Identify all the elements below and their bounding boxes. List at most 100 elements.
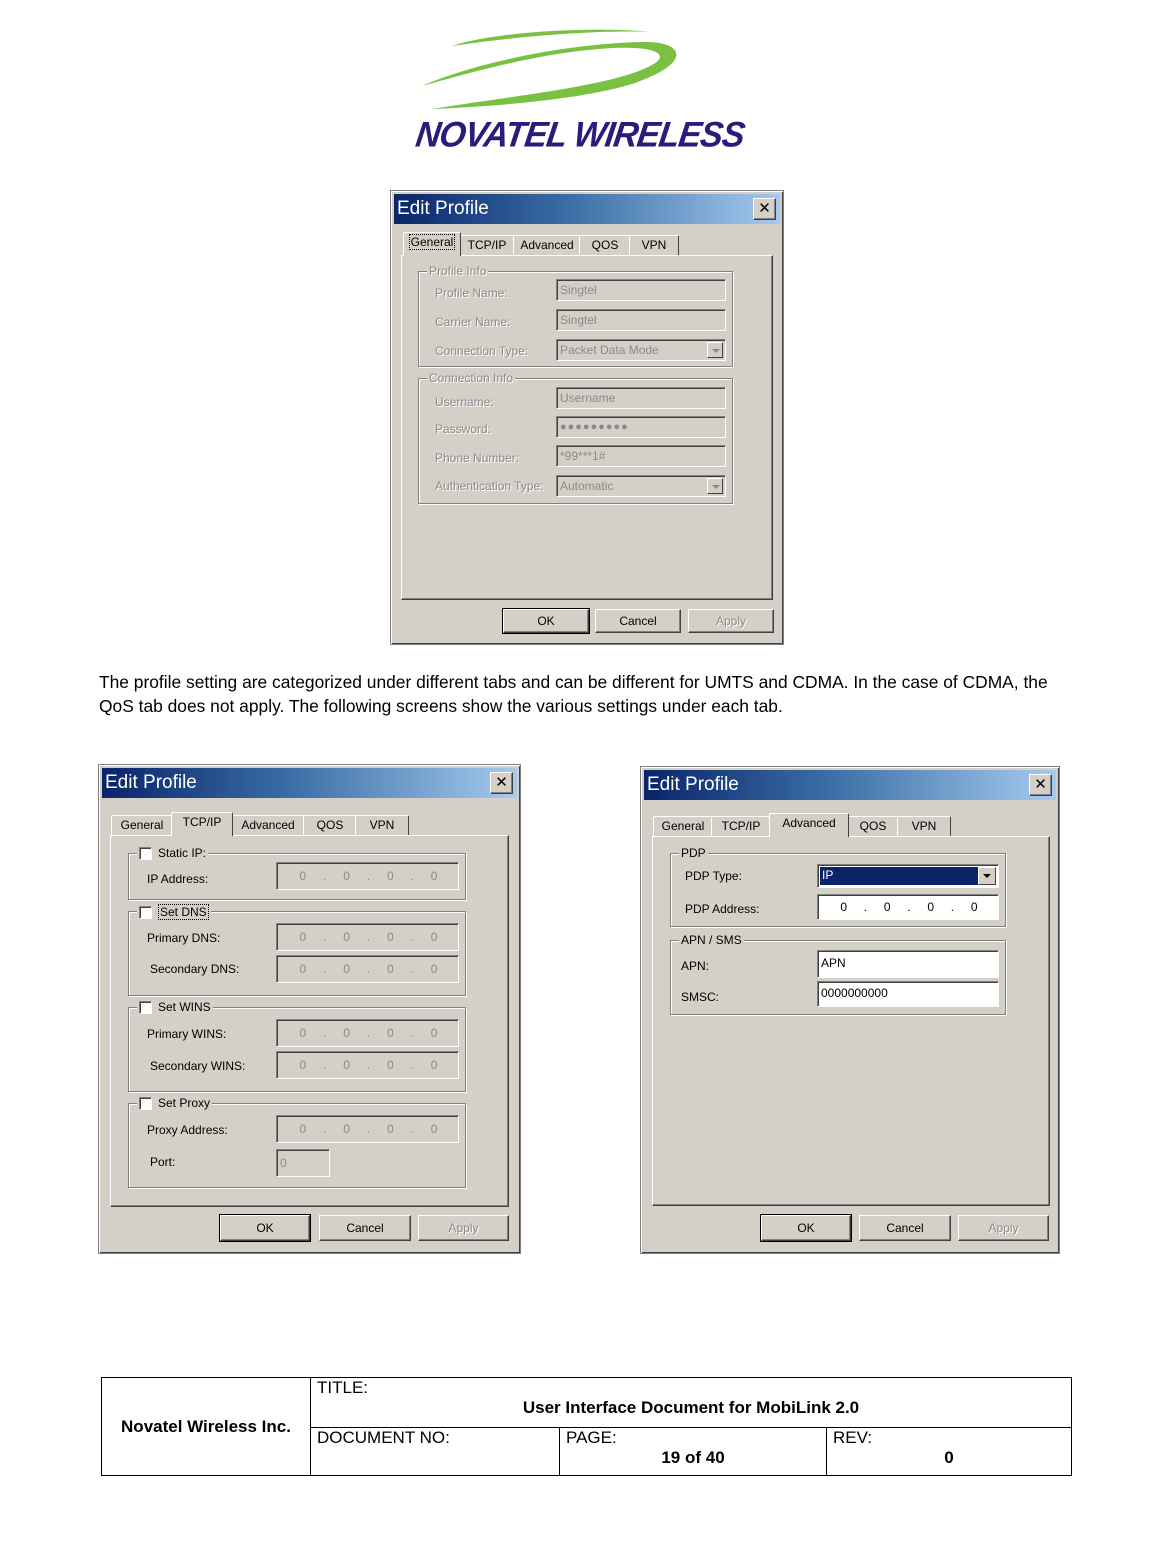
ip-address-label: IP Address: <box>147 872 209 886</box>
pdp-address-label: PDP Address: <box>685 902 760 916</box>
proxy-group: Set Proxy Proxy Address: 0. 0. 0. 0 Port… <box>128 1096 466 1188</box>
set-wins-checkbox[interactable] <box>139 1000 152 1014</box>
logo-text: NOVATEL WIRELESS <box>413 115 747 155</box>
authentication-type-label: Authentication Type: <box>435 479 544 493</box>
close-button[interactable]: ✕ <box>753 198 776 220</box>
static-ip-legend: Static IP: <box>137 846 209 860</box>
connection-type-value: Packet Data Mode <box>560 343 659 357</box>
apply-button[interactable]: Apply <box>958 1215 1049 1241</box>
tab-general[interactable]: General <box>403 232 461 256</box>
set-dns-checkbox[interactable] <box>139 905 152 919</box>
apn-field[interactable]: APN <box>817 950 999 978</box>
dialog-title: Edit Profile <box>397 198 489 219</box>
footer-title-cell: TITLE: User Interface Document for MobiL… <box>310 1377 1072 1428</box>
port-field[interactable]: 0 <box>276 1149 330 1177</box>
ip-address-field[interactable]: 0. 0. 0. 0 <box>276 862 459 890</box>
cancel-button[interactable]: Cancel <box>595 609 681 633</box>
password-field[interactable]: ●●●●●●●●● <box>556 416 726 438</box>
dialog-title: Edit Profile <box>647 774 739 795</box>
tab-qos[interactable]: QOS <box>303 815 357 835</box>
title-bar[interactable]: Edit Profile ✕ <box>102 768 517 798</box>
title-bar[interactable]: Edit Profile ✕ <box>644 770 1056 800</box>
set-dns-label: Set DNS <box>158 904 209 920</box>
close-icon: ✕ <box>758 199 771 217</box>
tab-tcpip[interactable]: TCP/IP <box>171 812 233 836</box>
primary-wins-label: Primary WINS: <box>147 1027 227 1041</box>
static-ip-group: Static IP: IP Address: 0. 0. 0. 0 <box>128 846 466 900</box>
proxy-address-field[interactable]: 0. 0. 0. 0 <box>276 1115 459 1143</box>
port-label: Port: <box>150 1155 176 1169</box>
tab-qos[interactable]: QOS <box>579 235 631 255</box>
footer-page-cell: PAGE: 19 of 40 <box>559 1427 827 1476</box>
authentication-type-select[interactable]: Automatic <box>556 475 726 497</box>
proxy-address-label: Proxy Address: <box>147 1123 228 1137</box>
secondary-wins-label: Secondary WINS: <box>150 1059 246 1073</box>
body-paragraph: The profile setting are categorized unde… <box>99 672 1048 716</box>
carrier-name-field[interactable]: Singtel <box>556 309 726 331</box>
primary-dns-label: Primary DNS: <box>147 931 221 945</box>
secondary-dns-field[interactable]: 0. 0. 0. 0 <box>276 955 459 983</box>
tab-advanced[interactable]: Advanced <box>769 813 849 837</box>
authentication-type-value: Automatic <box>560 479 614 493</box>
smsc-field[interactable]: 0000000000 <box>817 981 999 1007</box>
pdp-group: PDP PDP Type: IP PDP Address: 0. 0. 0. 0 <box>670 846 1006 927</box>
connection-type-select[interactable]: Packet Data Mode <box>556 339 726 361</box>
apply-button[interactable]: Apply <box>418 1215 509 1241</box>
static-ip-checkbox[interactable] <box>139 846 152 860</box>
tab-general[interactable]: General <box>653 816 713 836</box>
edit-profile-dialog-advanced: Edit Profile ✕ General TCP/IP Advanced Q… <box>640 766 1060 1254</box>
tab-advanced[interactable]: Advanced <box>231 815 305 835</box>
footer-page-label: PAGE: <box>566 1428 617 1447</box>
static-ip-label: Static IP: <box>158 846 207 860</box>
close-button[interactable]: ✕ <box>1029 774 1052 796</box>
profile-info-group: Profile Info Profile Name: Singtel Carri… <box>418 264 733 367</box>
chevron-down-icon[interactable] <box>707 478 723 494</box>
pdp-legend: PDP <box>679 846 708 860</box>
close-icon: ✕ <box>495 773 508 791</box>
cancel-button[interactable]: Cancel <box>859 1215 951 1241</box>
document-footer-table: Novatel Wireless Inc. TITLE: User Interf… <box>101 1377 1072 1476</box>
ok-button[interactable]: OK <box>219 1214 311 1242</box>
wins-group: Set WINS Primary WINS: 0. 0. 0. 0 Second… <box>128 1000 466 1092</box>
chevron-down-icon[interactable] <box>978 867 996 885</box>
tab-qos[interactable]: QOS <box>847 816 899 836</box>
dialog-title: Edit Profile <box>105 772 197 793</box>
password-label: Password: <box>435 422 492 436</box>
pdp-address-field[interactable]: 0. 0. 0. 0 <box>817 894 999 920</box>
cancel-button[interactable]: Cancel <box>319 1215 411 1241</box>
username-field[interactable]: Username <box>556 387 726 409</box>
chevron-down-icon[interactable] <box>707 342 723 358</box>
primary-dns-field[interactable]: 0. 0. 0. 0 <box>276 923 459 951</box>
tab-general[interactable]: General <box>111 815 173 835</box>
secondary-wins-field[interactable]: 0. 0. 0. 0 <box>276 1051 459 1079</box>
footer-page-value: 19 of 40 <box>661 1448 725 1467</box>
pdp-type-label: PDP Type: <box>685 869 742 883</box>
footer-docno-label: DOCUMENT NO: <box>317 1428 450 1447</box>
tab-vpn[interactable]: VPN <box>629 235 679 255</box>
smsc-label: SMSC: <box>681 990 720 1004</box>
set-proxy-checkbox[interactable] <box>139 1096 152 1110</box>
tab-vpn[interactable]: VPN <box>355 815 409 835</box>
profile-name-field[interactable]: Singtel <box>556 279 726 301</box>
username-label: Username: <box>435 395 494 409</box>
phone-number-field[interactable]: *99***1# <box>556 445 726 467</box>
apn-label: APN: <box>681 959 710 973</box>
tab-tcpip[interactable]: TCP/IP <box>711 816 771 836</box>
ok-button[interactable]: OK <box>502 608 590 634</box>
pdp-type-select[interactable]: IP <box>817 864 999 888</box>
proxy-legend: Set Proxy <box>137 1096 213 1110</box>
tab-advanced[interactable]: Advanced <box>513 235 581 255</box>
ok-button[interactable]: OK <box>760 1214 852 1242</box>
dns-legend: Set DNS <box>137 904 211 920</box>
primary-wins-field[interactable]: 0. 0. 0. 0 <box>276 1019 459 1047</box>
logo-swoosh-icon <box>422 29 677 109</box>
apply-button[interactable]: Apply <box>688 609 774 633</box>
close-button[interactable]: ✕ <box>490 772 513 794</box>
edit-profile-dialog-general: Edit Profile ✕ General TCP/IP Advanced Q… <box>390 190 784 645</box>
set-proxy-label: Set Proxy <box>158 1096 211 1110</box>
pdp-type-value: IP <box>820 867 978 885</box>
novatel-wireless-logo: NOVATEL WIRELESS <box>412 24 747 155</box>
title-bar[interactable]: Edit Profile ✕ <box>394 194 780 224</box>
tab-vpn[interactable]: VPN <box>897 816 951 836</box>
tab-tcpip[interactable]: TCP/IP <box>459 235 515 255</box>
